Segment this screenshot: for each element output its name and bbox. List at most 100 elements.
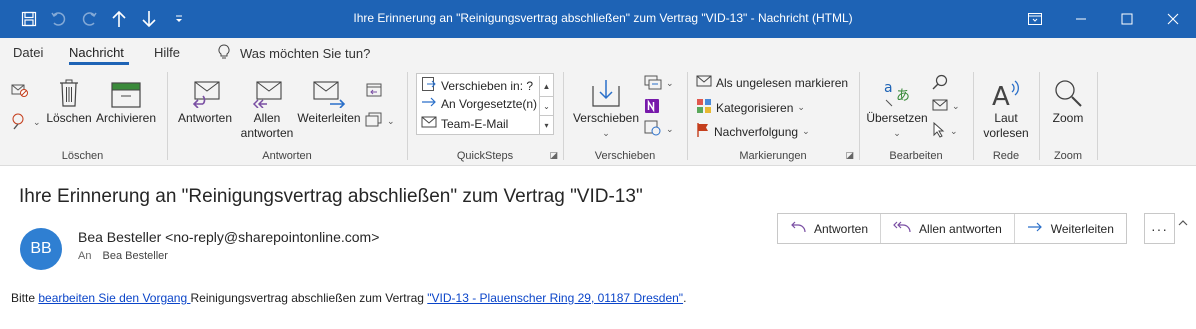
group-antworten: Antworten Allen antworten Weiterleiten ⌄ bbox=[168, 68, 406, 166]
reply-all-icon bbox=[251, 74, 283, 108]
ribbon: ⌄ Löschen Archivieren Löschen Antworten bbox=[0, 68, 1196, 226]
tab-nachricht[interactable]: Nachricht bbox=[69, 45, 124, 60]
cleanup-button[interactable]: ⌄ bbox=[11, 112, 41, 133]
group-markierungen: Als ungelesen markieren Kategorisieren ⌄… bbox=[688, 68, 858, 166]
dialog-launcher-icon[interactable]: ◪ bbox=[549, 150, 558, 161]
chevron-down-icon: ⌄ bbox=[802, 126, 810, 136]
forward-label: Weiterleiten bbox=[297, 111, 361, 125]
zoom-button[interactable]: Zoom bbox=[1044, 74, 1092, 126]
chevron-down-icon: ⌄ bbox=[666, 78, 674, 88]
tell-me-search[interactable]: Was möchten Sie tun? bbox=[218, 44, 370, 63]
reply-all-label-line1: Allen bbox=[253, 111, 281, 125]
translate-label: Übersetzen bbox=[866, 111, 928, 125]
lightbulb-icon bbox=[218, 44, 230, 63]
group-label-rede: Rede bbox=[992, 150, 1020, 162]
edit-task-link[interactable]: bearbeiten Sie den Vorgang bbox=[38, 291, 190, 305]
actions-icon bbox=[644, 120, 662, 139]
rules-icon bbox=[644, 74, 662, 93]
categorize-label: Kategorisieren bbox=[716, 100, 794, 115]
minimize-icon[interactable] bbox=[1058, 0, 1104, 38]
group-label-quicksteps: QuickSteps bbox=[456, 150, 514, 162]
chevron-down-icon: ⌄ bbox=[893, 128, 901, 138]
archive-label: Archivieren bbox=[95, 111, 157, 125]
message-actions: Antworten Allen antworten Weiterleiten bbox=[777, 213, 1127, 244]
read-aloud-button[interactable]: A Laut vorlesen bbox=[978, 74, 1034, 141]
group-quicksteps: QuickSteps ◪ bbox=[408, 68, 562, 166]
meeting-reply-button[interactable] bbox=[365, 82, 383, 101]
zoom-label: Zoom bbox=[1052, 111, 1084, 125]
reply-action-button[interactable]: Antworten bbox=[778, 214, 882, 243]
reply-all-button[interactable]: Allen antworten bbox=[238, 74, 296, 141]
sender-address[interactable]: Bea Besteller <no-reply@sharepointonline… bbox=[78, 229, 379, 245]
group-label-verschieben: Verschieben bbox=[594, 150, 656, 162]
maximize-icon[interactable] bbox=[1104, 0, 1150, 38]
more-respond-icon bbox=[365, 112, 383, 131]
reply-icon bbox=[189, 74, 221, 108]
more-respond-button[interactable]: ⌄ bbox=[365, 112, 395, 131]
move-icon bbox=[591, 74, 621, 108]
categorize-icon bbox=[696, 98, 712, 117]
calendar-reply-icon bbox=[365, 82, 383, 101]
group-label-antworten: Antworten bbox=[262, 150, 312, 162]
reply-all-label-line2: antworten bbox=[240, 126, 294, 140]
categorize-button[interactable]: Kategorisieren ⌄ bbox=[696, 98, 805, 117]
magnifier-icon bbox=[1053, 74, 1083, 108]
trash-icon bbox=[58, 74, 80, 108]
body-text: Reinigungsvertrag abschließen zum Vertra… bbox=[190, 291, 428, 305]
forward-icon bbox=[312, 74, 346, 108]
select-button[interactable]: ⌄ bbox=[932, 121, 958, 141]
more-actions-button[interactable]: ··· bbox=[1144, 213, 1175, 244]
message-body: Bitte bearbeiten Sie den Vorgang Reinigu… bbox=[11, 291, 686, 305]
reply-all-action-button[interactable]: Allen antworten bbox=[881, 214, 1015, 243]
active-tab-indicator bbox=[69, 62, 129, 65]
group-label-zoom: Zoom bbox=[1053, 150, 1083, 162]
message-subject: Ihre Erinnerung an "Reinigungsvertrag ab… bbox=[19, 186, 643, 207]
ignore-icon bbox=[11, 82, 29, 101]
reply-button[interactable]: Antworten bbox=[174, 74, 236, 126]
collapse-ribbon-icon[interactable] bbox=[1178, 218, 1188, 230]
reply-all-action-label: Allen antworten bbox=[919, 221, 1002, 236]
delete-button[interactable]: Löschen bbox=[46, 74, 92, 126]
followup-button[interactable]: Nachverfolgung ⌄ bbox=[696, 122, 810, 141]
move-button[interactable]: Verschieben ⌄ bbox=[570, 74, 642, 141]
onenote-button[interactable] bbox=[644, 98, 660, 117]
forward-action-button[interactable]: Weiterleiten bbox=[1015, 214, 1126, 243]
tab-hilfe[interactable]: Hilfe bbox=[154, 45, 180, 60]
close-icon[interactable] bbox=[1150, 0, 1196, 38]
body-text: Bitte bbox=[11, 291, 39, 305]
delete-label: Löschen bbox=[46, 111, 92, 125]
cleanup-icon bbox=[11, 112, 29, 133]
ribbon-tabs: Datei Nachricht Hilfe Was möchten Sie tu… bbox=[0, 38, 1196, 68]
mark-unread-label: Als ungelesen markieren bbox=[716, 75, 849, 90]
ignore-button[interactable] bbox=[11, 82, 29, 101]
window-controls bbox=[1012, 0, 1196, 38]
chevron-down-icon: ⌄ bbox=[387, 116, 395, 126]
forward-button[interactable]: Weiterleiten bbox=[296, 74, 362, 126]
mark-unread-button[interactable]: Als ungelesen markieren bbox=[696, 74, 848, 91]
ribbon-display-options-icon[interactable] bbox=[1012, 0, 1058, 38]
group-rede: A Laut vorlesen Rede bbox=[974, 68, 1038, 166]
find-button[interactable] bbox=[932, 74, 948, 93]
tell-me-placeholder: Was möchten Sie tun? bbox=[240, 46, 371, 61]
rules-button[interactable]: ⌄ bbox=[644, 74, 674, 93]
recipient-name[interactable]: Bea Besteller bbox=[103, 250, 168, 262]
translate-button[interactable]: aあ Übersetzen ⌄ bbox=[864, 74, 930, 141]
avatar: BB bbox=[20, 228, 62, 270]
dialog-launcher-icon[interactable]: ◪ bbox=[845, 150, 854, 161]
actions-button[interactable]: ⌄ bbox=[644, 120, 674, 139]
reply-action-label: Antworten bbox=[814, 221, 869, 236]
tab-datei[interactable]: Datei bbox=[13, 45, 43, 60]
chevron-down-icon: ⌄ bbox=[950, 126, 958, 136]
reply-label: Antworten bbox=[177, 111, 233, 125]
svg-text:a: a bbox=[884, 80, 893, 96]
related-button[interactable]: ⌄ bbox=[932, 98, 960, 115]
reply-all-icon bbox=[893, 221, 911, 236]
archive-icon bbox=[111, 74, 141, 108]
cursor-icon bbox=[932, 121, 946, 141]
contract-link[interactable]: "VID-13 - Plauenscher Ring 29, 01187 Dre… bbox=[427, 291, 683, 305]
forward-action-label: Weiterleiten bbox=[1050, 221, 1114, 236]
title-bar: Ihre Erinnerung an "Reinigungsvertrag ab… bbox=[0, 0, 1196, 38]
search-icon bbox=[932, 74, 948, 93]
archive-button[interactable]: Archivieren bbox=[94, 74, 158, 126]
group-label-loeschen: Löschen bbox=[61, 150, 104, 162]
